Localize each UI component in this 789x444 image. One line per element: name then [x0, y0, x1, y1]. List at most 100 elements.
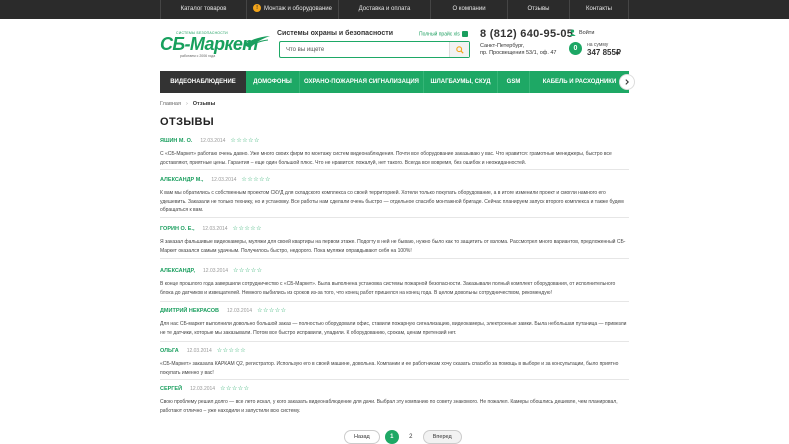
user-icon: [569, 29, 576, 36]
pagination-page-1[interactable]: 1: [384, 430, 399, 444]
review-text: Свою проблему решил долго — все лето иск…: [160, 399, 618, 414]
notice-badge-icon: !: [253, 4, 262, 13]
star-icon: ☆: [236, 137, 242, 144]
top-navigation-bar: Каталог товаров ! Монтаж и оборудование Д…: [0, 0, 789, 19]
star-icon: ☆: [230, 137, 236, 144]
review-item: ОЛЬГА 12.03.2014 ☆ ☆ ☆ ☆ ☆ «СБ-Маркет» заказ…: [160, 346, 629, 380]
topnav-installation-label: Монтаж и оборудование: [264, 6, 332, 12]
category-gsm[interactable]: GSM: [498, 71, 530, 93]
category-barriers[interactable]: ШЛАГБАУМЫ, СКУД: [424, 71, 498, 93]
chevron-right-icon: [625, 79, 629, 85]
category-cable[interactable]: КАБЕЛЬ И РАСХОДНИКИ: [530, 71, 629, 93]
category-fire-alarm[interactable]: ОХРАНО-ПОЖАРНАЯ СИГНАЛИЗАЦИЯ: [300, 71, 424, 93]
address: Санкт-Петербург, пр. Просвещения 53/1, о…: [480, 43, 557, 57]
category-intercoms[interactable]: ДОМОФОНЫ: [246, 71, 300, 93]
review-text: Я заказал фальшивые видеокамеры, муляжи …: [160, 239, 626, 254]
review-author: АЛЕКСАНДР,: [160, 267, 195, 274]
pagination: Назад 1 2 Вперед: [344, 430, 462, 444]
star-icon: ☆: [264, 176, 271, 183]
review-rating: ☆ ☆ ☆ ☆ ☆: [241, 177, 270, 183]
review-header: СЕРГЕЙ 12.03.2014 ☆ ☆ ☆ ☆ ☆: [160, 384, 629, 393]
topnav-contacts[interactable]: Контакты: [570, 0, 629, 19]
pagination-prev-button[interactable]: Назад: [344, 430, 380, 444]
pagination-next-button[interactable]: Вперед: [422, 430, 462, 444]
review-rating: ☆ ☆ ☆ ☆ ☆: [220, 386, 249, 392]
login-label: Войти: [579, 29, 595, 36]
star-icon: ☆: [222, 347, 229, 354]
review-header: АЛЕКСАНДР М., 12.03.2014 ☆ ☆ ☆ ☆ ☆: [160, 175, 629, 184]
star-icon: ☆: [242, 137, 248, 144]
review-item: АЛЕКСАНДР, 12.03.2014 ☆ ☆ ☆ ☆ ☆ В конце прош…: [160, 266, 629, 302]
search-icon: [455, 45, 464, 54]
review-author: АЛЕКСАНДР М.,: [160, 176, 204, 183]
category-video-surveillance[interactable]: ВИДЕОНАБЛЮДЕНИЕ: [160, 71, 246, 93]
star-icon: ☆: [216, 347, 223, 354]
breadcrumb: Главная › Отзывы: [160, 101, 215, 107]
top-navigation: Каталог товаров ! Монтаж и оборудование Д…: [160, 0, 629, 19]
star-icon: ☆: [244, 225, 250, 232]
search-box: [279, 41, 470, 58]
pagination-page-2[interactable]: 2: [404, 430, 418, 444]
xls-file-icon: [461, 31, 468, 37]
logo-swoosh-icon: [244, 36, 270, 48]
topnav-delivery[interactable]: Доставка и оплата: [339, 0, 431, 19]
star-icon: ☆: [241, 176, 247, 183]
star-icon: ☆: [240, 347, 246, 354]
review-author: ДМИТРИЙ НЕКРАСОВ: [160, 307, 220, 314]
review-header: АЛЕКСАНДР, 12.03.2014 ☆ ☆ ☆ ☆ ☆: [160, 266, 629, 275]
review-text: В конце прошлого года завершили сотрудни…: [160, 281, 616, 296]
review-header: ОЛЬГА 12.03.2014 ☆ ☆ ☆ ☆ ☆: [160, 346, 629, 355]
star-icon: ☆: [280, 307, 287, 314]
star-icon: ☆: [232, 225, 238, 232]
star-icon: ☆: [253, 137, 260, 144]
review-item: СЕРГЕЙ 12.03.2014 ☆ ☆ ☆ ☆ ☆ Свою проблему ре…: [160, 384, 629, 415]
star-icon: ☆: [225, 385, 232, 392]
review-text: «СБ-Маркет» заказала КАРКАМ Q2, регистра…: [160, 361, 619, 376]
star-icon: ☆: [238, 225, 244, 232]
star-icon: ☆: [248, 137, 254, 144]
topnav-installation[interactable]: ! Монтаж и оборудование: [247, 0, 339, 19]
search-button[interactable]: [449, 42, 469, 57]
review-rating: ☆ ☆ ☆ ☆ ☆: [217, 348, 246, 354]
review-text: К вам мы обратились с собственным проект…: [160, 190, 624, 213]
star-icon: ☆: [256, 267, 262, 274]
topnav-reviews[interactable]: Отзывы: [508, 0, 570, 19]
review-header: ДМИТРИЙ НЕКРАСОВ 12.03.2014 ☆ ☆ ☆ ☆ ☆: [160, 306, 629, 315]
star-icon: ☆: [220, 385, 226, 392]
breadcrumb-home[interactable]: Главная: [160, 101, 181, 107]
star-icon: ☆: [234, 347, 240, 354]
star-icon: ☆: [262, 307, 269, 314]
address-city: Санкт-Петербург,: [480, 43, 524, 49]
star-icon: ☆: [250, 267, 257, 274]
phone-number[interactable]: 8 (812) 640-95-05: [480, 28, 573, 40]
price-list-label: Полный прайс xls: [419, 31, 460, 38]
price-list-link[interactable]: Полный прайс xls: [419, 31, 468, 37]
star-icon: ☆: [256, 225, 262, 232]
more-categories-button[interactable]: [619, 74, 635, 90]
star-icon: ☆: [228, 347, 234, 354]
site-logo[interactable]: СИСТЕМЫ БЕЗОПАСНОСТИ СБ-Маркет работаем …: [160, 31, 272, 61]
star-icon: ☆: [250, 225, 256, 232]
review-divider: [160, 217, 629, 218]
review-divider: [160, 341, 629, 342]
star-icon: ☆: [233, 267, 239, 274]
topnav-about[interactable]: О компании: [431, 0, 508, 19]
topnav-catalog[interactable]: Каталог товаров: [160, 0, 247, 19]
star-icon: ☆: [259, 176, 265, 183]
search-input[interactable]: [286, 44, 446, 55]
logo-subtitle: работаем с 2006 года: [180, 54, 216, 58]
review-date: 12.03.2014: [227, 307, 253, 314]
review-text: Для нас СБ-маркет выполнили довольно бол…: [160, 321, 627, 336]
address-street: пр. Просвещения 53/1, оф. 47: [480, 50, 557, 56]
category-navigation: ВИДЕОНАБЛЮДЕНИЕ ДОМОФОНЫ ОХРАНО-ПОЖАРНАЯ…: [160, 71, 635, 93]
site-tagline: Системы охраны и безопасности: [277, 30, 393, 37]
review-date: 12.03.2014: [186, 347, 212, 354]
review-rating: ☆ ☆ ☆ ☆ ☆: [257, 308, 286, 314]
review-item: АЛЕКСАНДР М., 12.03.2014 ☆ ☆ ☆ ☆ ☆ К вам мы …: [160, 175, 629, 218]
cart-widget[interactable]: 0 на сумму 347 855₽: [569, 42, 629, 58]
review-item: ГОРИН О. Е., 12.03.2014 ☆ ☆ ☆ ☆ ☆ Я заказал …: [160, 224, 629, 259]
star-icon: ☆: [268, 307, 275, 314]
login-link[interactable]: Войти: [569, 29, 594, 36]
star-icon: ☆: [257, 307, 263, 314]
star-icon: ☆: [238, 267, 245, 274]
